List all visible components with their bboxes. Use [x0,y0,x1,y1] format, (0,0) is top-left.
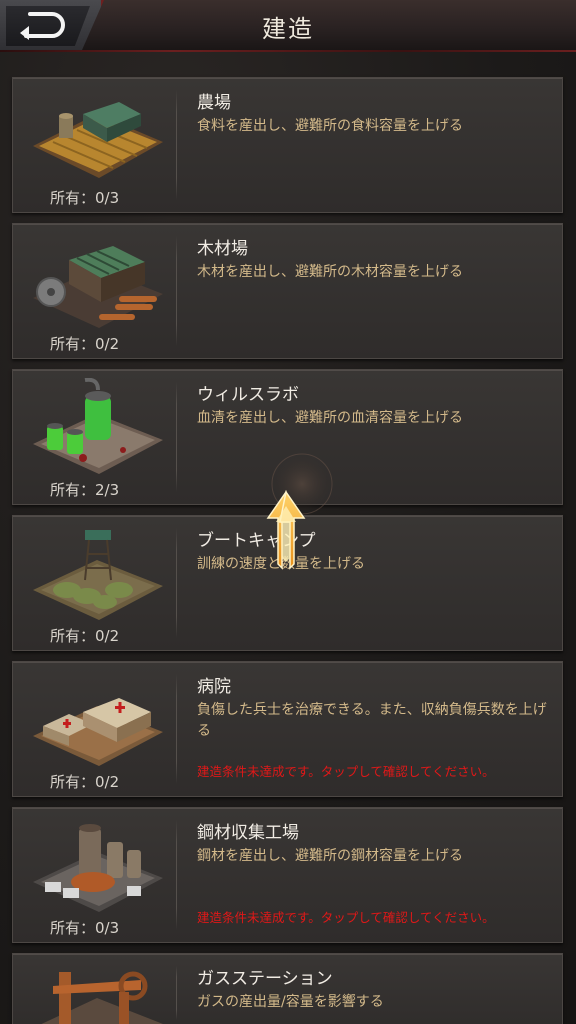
building-description: 血清を産出し、避難所の血清容量を上げる [197,410,463,426]
page-title: 建造 [262,15,314,43]
owned-count: 所有：0/3 [50,919,120,937]
building-card-farm[interactable]: 所有：0/3 農場 食料を産出し、避難所の食料容量を上げる [12,77,563,213]
building-description: 負傷した兵士を治療できる。また、収納負傷兵数を上げる [197,702,547,739]
building-card-hospital[interactable]: 所有：0/2 病院 負傷した兵士を治療できる。また、収納負傷兵数を上げる 建造条… [12,661,563,797]
building-name: ブートキャンプ [197,531,316,551]
owned-count: 所有：0/2 [50,627,120,645]
building-card-steel-factory[interactable]: 所有：0/3 鋼材収集工場 鋼材を産出し、避難所の鋼材容量を上げる 建造条件未達… [12,807,563,943]
top-bar: 建造 [0,0,576,52]
owned-count: 所有：0/3 [50,189,120,207]
lumber-yard-building-icon [33,246,163,328]
building-description: 食料を産出し、避難所の食料容量を上げる [197,118,463,134]
building-name: 病院 [197,677,231,697]
steel-factory-building-icon [33,824,163,912]
building-name: 木材場 [197,239,248,259]
build-condition-warning: 建造条件未達成です。タップして確認してください。 [197,910,495,925]
building-description: 訓練の速度と数量を上げる [197,556,365,572]
building-name: 鋼材収集工場 [197,823,299,843]
building-description: 木材を産出し、避難所の木材容量を上げる [197,264,463,280]
building-description: ガスの産出量/容量を影響する [197,994,384,1010]
owned-count: 所有：0/2 [50,335,120,353]
virus-lab-building-icon [33,378,163,474]
building-card-lumber-yard[interactable]: 所有：0/2 木材場 木材を産出し、避難所の木材容量を上げる [12,223,563,359]
boot-camp-building-icon [33,530,163,620]
building-name: ガスステーション [197,969,333,989]
building-description: 鋼材を産出し、避難所の鋼材容量を上げる [197,848,463,864]
build-condition-warning: 建造条件未達成です。タップして確認してください。 [197,764,495,779]
hospital-building-icon [33,698,163,766]
building-card-boot-camp[interactable]: 所有：0/2 ブートキャンプ 訓練の速度と数量を上げる [12,515,563,651]
building-name: 農場 [197,93,231,113]
farm-building-icon [33,102,163,178]
gas-station-building-icon [41,971,163,1024]
building-card-gas-station[interactable]: ガスステーション ガスの産出量/容量を影響する [12,953,563,1024]
building-name: ウィルスラボ [197,385,299,405]
owned-count: 所有：0/2 [50,773,120,791]
owned-count: 所有：2/3 [50,481,120,499]
building-card-virus-lab[interactable]: 所有：2/3 ウィルスラボ 血清を産出し、避難所の血清容量を上げる [12,369,563,505]
